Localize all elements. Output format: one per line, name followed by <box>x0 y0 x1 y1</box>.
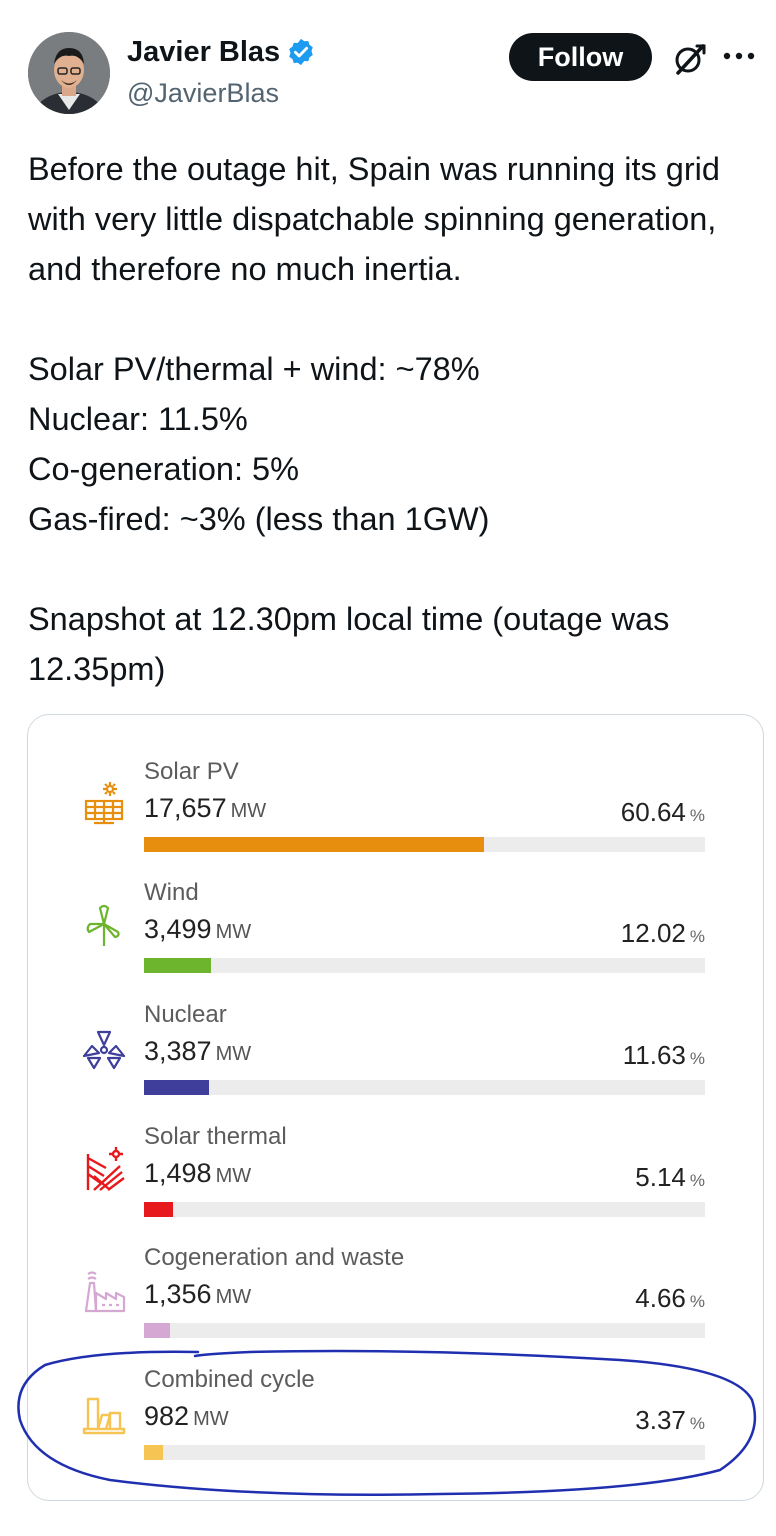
generation-name: Solar PV <box>144 758 239 785</box>
generation-bar-track <box>144 837 705 852</box>
generation-percent: 4.66% <box>635 1283 705 1313</box>
generation-percent: 3.37% <box>635 1405 705 1435</box>
follow-button[interactable]: Follow <box>509 33 652 81</box>
generation-value: 17,657 MW <box>144 793 267 823</box>
generation-item-cogeneration: Cogeneration and waste 1,356 MW 4.66% <box>28 1243 763 1343</box>
solar-panel-icon <box>84 782 124 825</box>
solar-thermal-icon <box>86 1147 125 1191</box>
avatar[interactable] <box>28 32 110 114</box>
generation-bar-track <box>144 958 705 973</box>
tweet-paragraph-intro: Before the outage hit, Spain was running… <box>28 151 720 287</box>
generation-value: 3,387 MW <box>144 1036 252 1066</box>
generation-bar-fill <box>144 958 212 973</box>
generation-percent: 5.14% <box>635 1162 705 1192</box>
generation-percent: 12.02% <box>620 918 705 948</box>
tweet-text: Before the outage hit, Spain was running… <box>28 144 758 694</box>
nuclear-icon <box>82 1030 126 1070</box>
generation-value: 1,356 MW <box>144 1279 252 1309</box>
generation-item-solar-thermal: Solar thermal 1,498 MW 5.14% <box>28 1122 763 1222</box>
generation-percent: 11.63% <box>622 1040 705 1070</box>
cogeneration-icon <box>84 1271 126 1313</box>
avatar-photo <box>28 32 110 114</box>
generation-bar-track <box>144 1202 705 1217</box>
generation-item-solar-pv: Solar PV 17,657 MW 60.64% <box>28 757 763 857</box>
generation-bar-fill <box>144 1323 171 1338</box>
generation-value: 982 MW <box>144 1401 229 1431</box>
media-image[interactable]: Solar PV 17,657 MW 60.64% Wind 3,499 MW 12… <box>27 714 764 1501</box>
generation-item-nuclear: Nuclear 3,387 MW 11.63% <box>28 1000 763 1100</box>
author-name[interactable]: Javier Blas <box>127 34 316 70</box>
generation-name: Cogeneration and waste <box>144 1244 405 1271</box>
generation-bar-fill <box>144 837 485 852</box>
generation-value: 1,498 MW <box>144 1158 252 1188</box>
author-handle[interactable]: @JavierBlas <box>127 76 279 110</box>
generation-item-wind: Wind 3,499 MW 12.02% <box>28 878 763 978</box>
combined-cycle-icon <box>82 1397 126 1435</box>
generation-percent: 60.64% <box>620 797 705 827</box>
generation-item-combined-cycle: Combined cycle 982 MW 3.37% <box>28 1365 763 1465</box>
generation-name: Wind <box>144 879 199 906</box>
tweet-paragraph-mix: Solar PV/thermal + wind: ~78% Nuclear: 1… <box>28 351 490 537</box>
generation-bar-track <box>144 1080 705 1095</box>
more-icon[interactable] <box>722 46 756 66</box>
generation-bar-fill <box>144 1202 173 1217</box>
grok-icon[interactable] <box>673 42 707 76</box>
generation-name: Combined cycle <box>144 1366 315 1393</box>
tweet-paragraph-snapshot: Snapshot at 12.30pm local time (outage w… <box>28 601 670 687</box>
wind-turbine-icon <box>86 904 120 946</box>
generation-name: Solar thermal <box>144 1123 287 1150</box>
generation-name: Nuclear <box>144 1001 227 1028</box>
generation-value: 3,499 MW <box>144 914 252 944</box>
generation-bar-fill <box>144 1445 163 1460</box>
verified-badge-icon <box>289 38 313 66</box>
author-display-name[interactable]: Javier Blas <box>127 34 280 70</box>
generation-bar-track <box>144 1445 705 1460</box>
generation-bar-track <box>144 1323 705 1338</box>
generation-bar-fill <box>144 1080 210 1095</box>
